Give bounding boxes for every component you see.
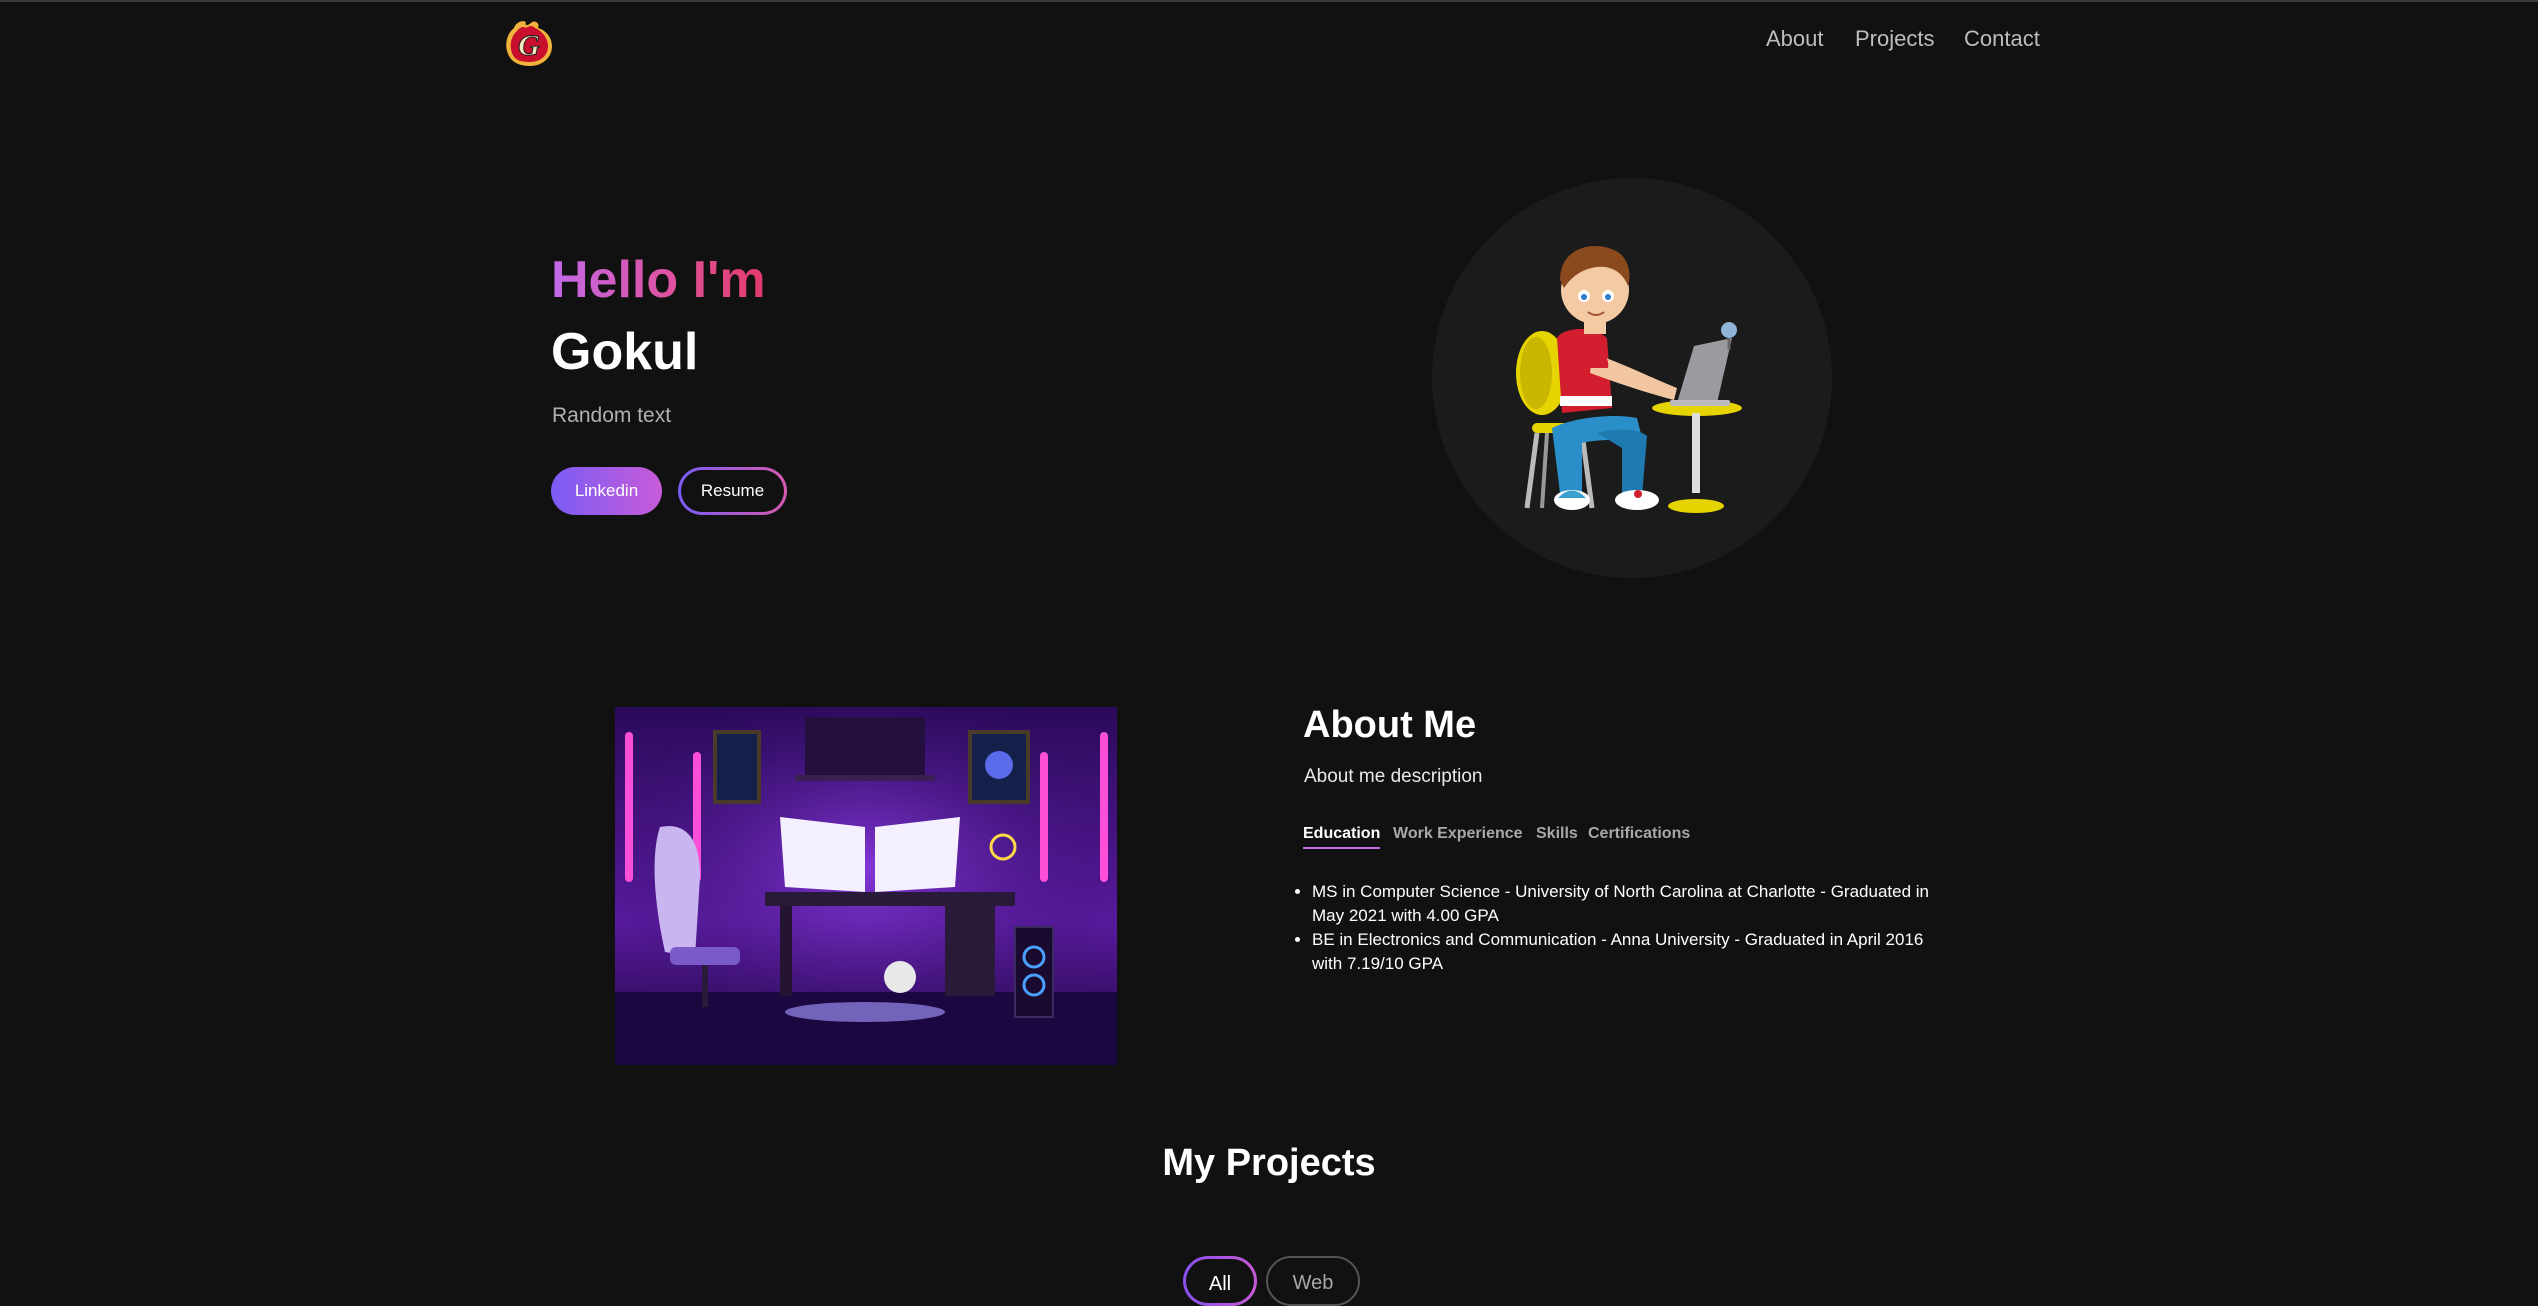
about-description: About me description xyxy=(1304,766,1483,787)
list-item: BE in Electronics and Communication - An… xyxy=(1312,928,1952,976)
about-image xyxy=(615,707,1117,1065)
tab-education[interactable]: Education xyxy=(1303,825,1381,849)
developer-illustration xyxy=(1516,245,1742,513)
tab-work-experience[interactable]: Work Experience xyxy=(1393,825,1523,847)
tab-skills[interactable]: Skills xyxy=(1536,825,1578,847)
hero-name: Gokul xyxy=(551,323,699,381)
logo-letter: G xyxy=(518,29,540,62)
resume-button[interactable]: Resume xyxy=(678,467,787,515)
logo-icon[interactable]: G xyxy=(502,16,556,68)
hero-avatar xyxy=(1432,178,1832,578)
hero-greeting: Hello I'm xyxy=(551,251,766,309)
hero-tagline: Random text xyxy=(552,404,672,427)
projects-title: My Projects xyxy=(1162,1142,1376,1184)
about-title: About Me xyxy=(1303,704,1477,746)
nav-contact-link[interactable]: Contact xyxy=(1964,26,2040,52)
gaming-room-illustration xyxy=(615,707,1117,1065)
filter-all-button[interactable]: All xyxy=(1183,1256,1257,1306)
nav-projects-link[interactable]: Projects xyxy=(1855,26,1934,52)
tab-certifications[interactable]: Certifications xyxy=(1588,825,1690,847)
list-item: MS in Computer Science - University of N… xyxy=(1312,880,1952,928)
filter-web-button[interactable]: Web xyxy=(1266,1256,1360,1306)
nav-about-link[interactable]: About xyxy=(1766,26,1824,52)
linkedin-button[interactable]: Linkedin xyxy=(551,467,662,515)
education-list: MS in Computer Science - University of N… xyxy=(1296,880,1952,976)
